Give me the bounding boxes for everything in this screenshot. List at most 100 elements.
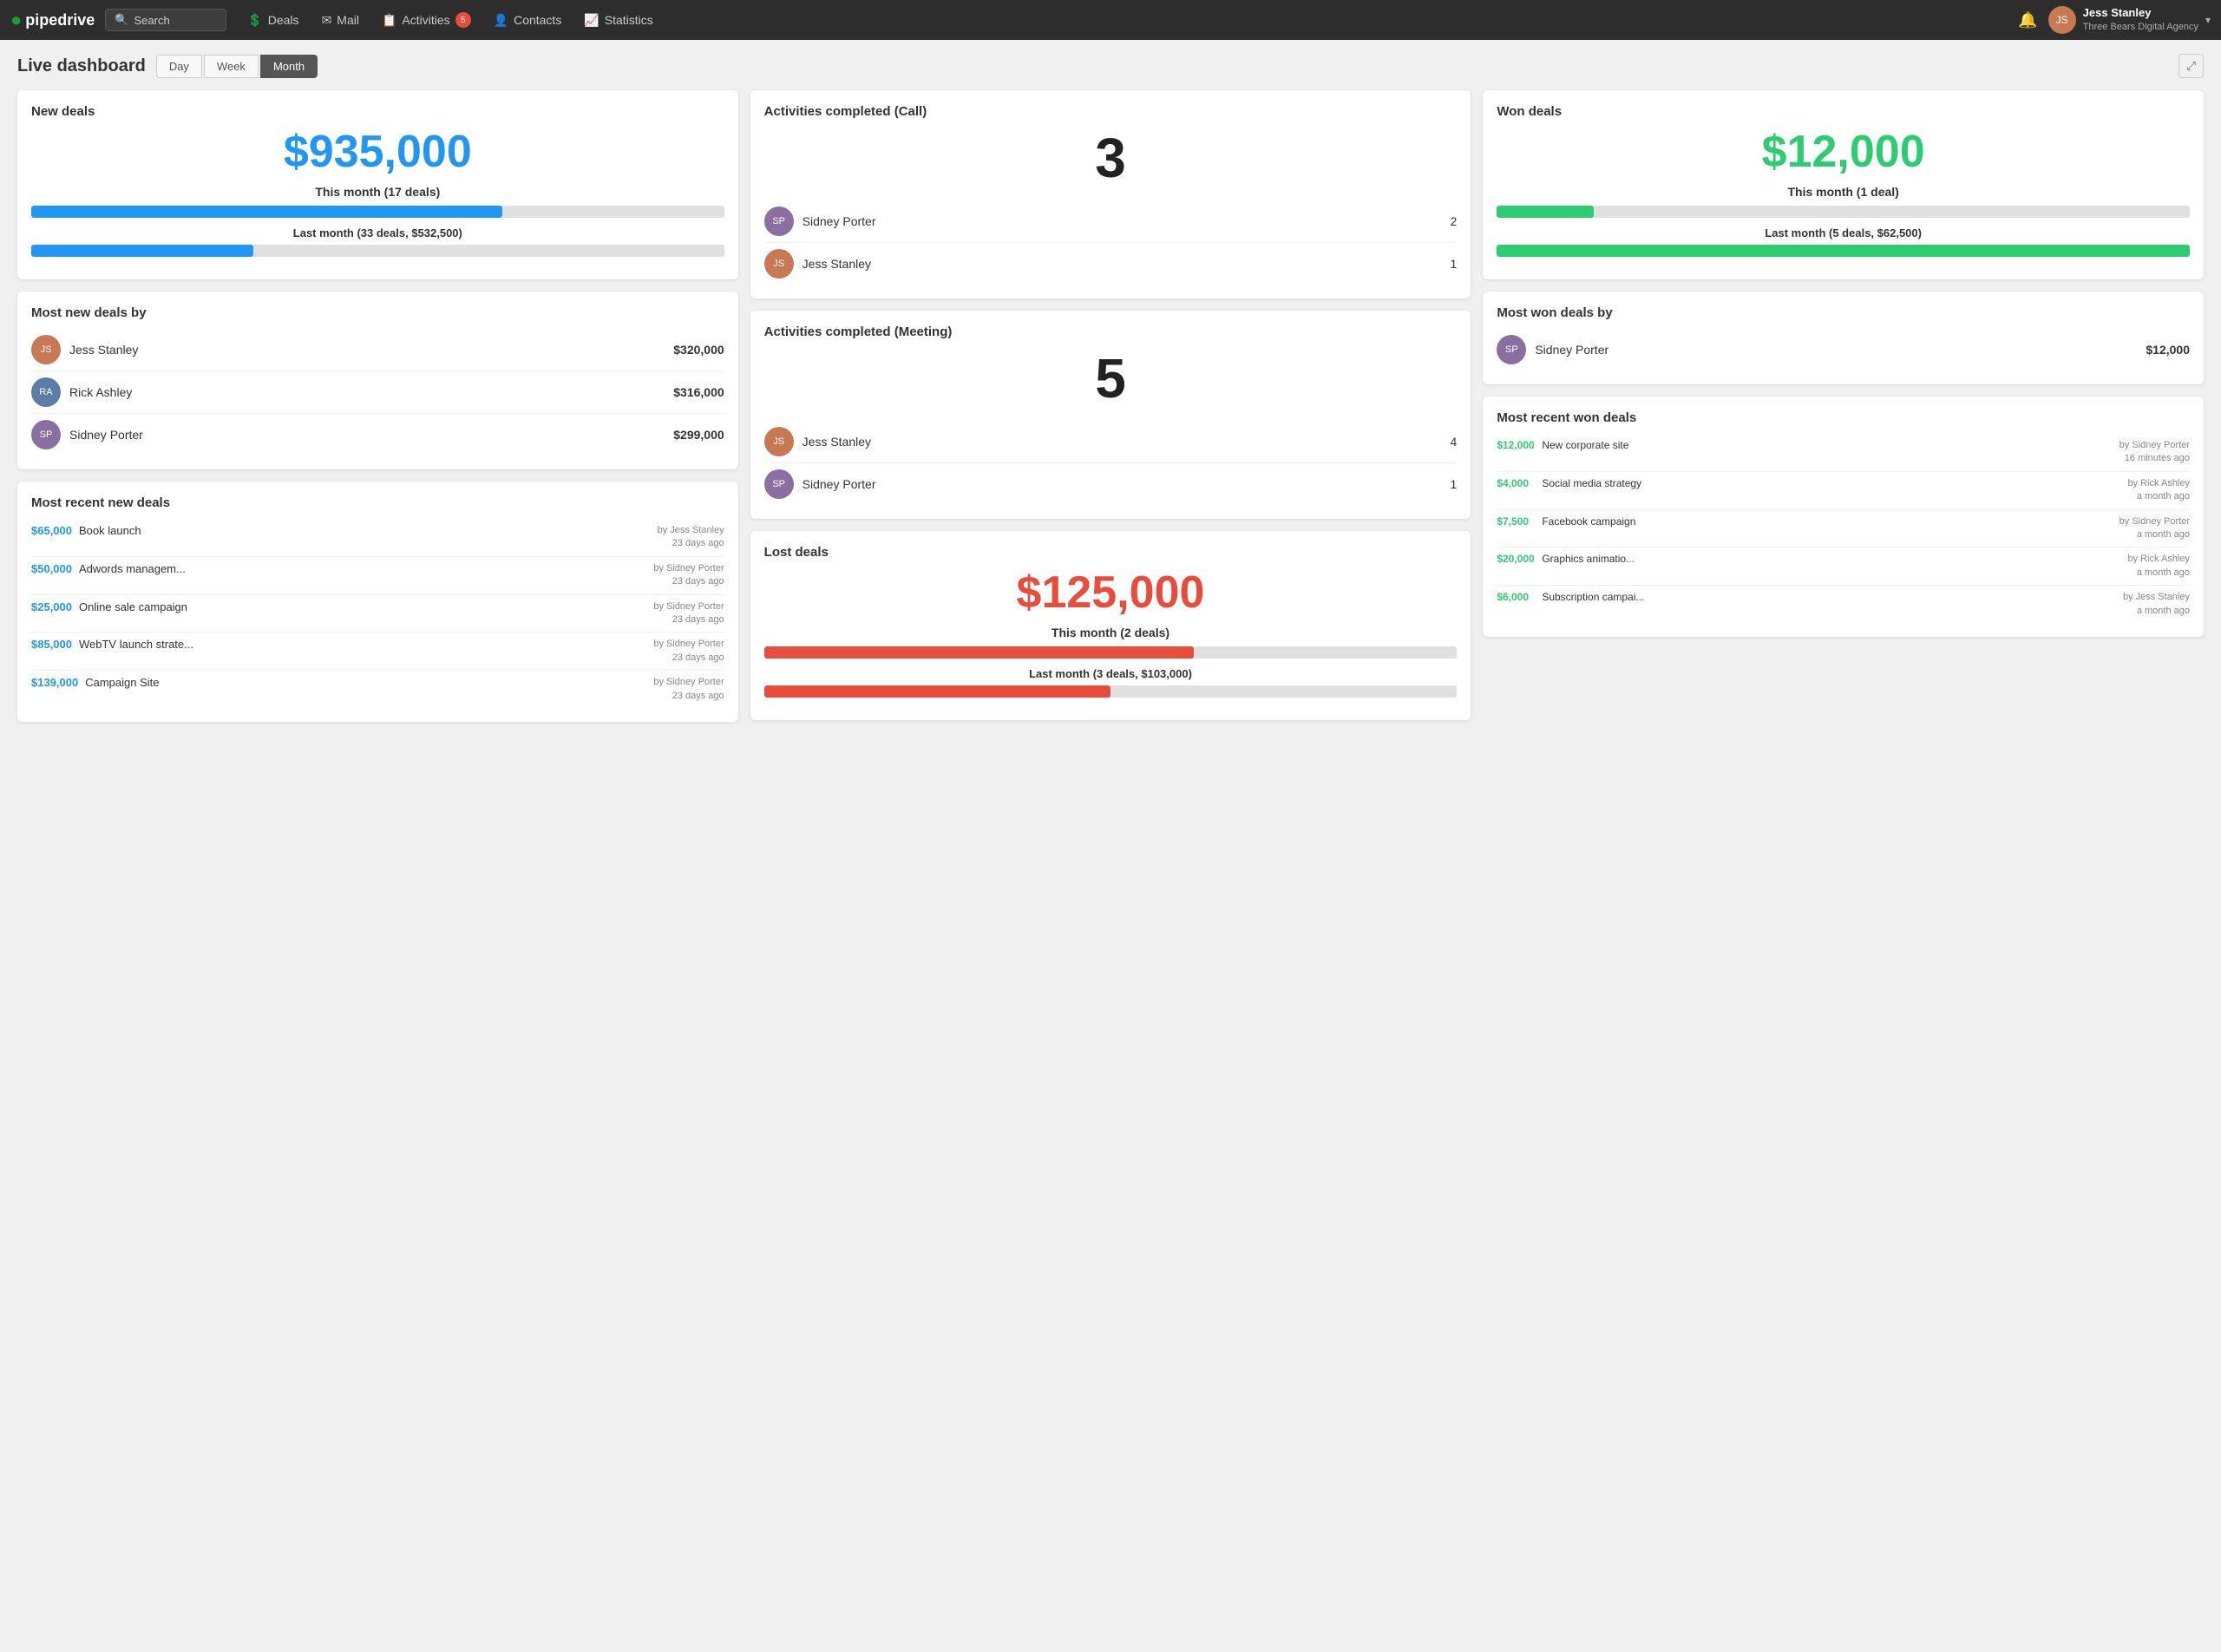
tab-day[interactable]: Day — [156, 55, 202, 78]
list-item: JS Jess Stanley 1 — [764, 243, 1458, 285]
most-won-deals-title: Most won deals by — [1497, 305, 2190, 320]
activities-meeting-count: 5 — [764, 346, 1458, 410]
nav-mail-label: Mail — [337, 13, 359, 27]
won-amount: $4,000 — [1497, 477, 1536, 489]
most-new-deals-title: Most new deals by — [31, 305, 724, 320]
main-content: Live dashboard Day Week Month ⤢ New deal… — [0, 40, 2221, 736]
list-item: SP Sidney Porter $299,000 — [31, 414, 724, 456]
most-won-deals-list: SP Sidney Porter $12,000 — [1497, 329, 2190, 370]
deal-meta: by Jess Stanley 23 days ago — [658, 524, 724, 551]
list-item: $20,000 Graphics animatio... by Rick Ash… — [1497, 547, 2190, 586]
person-amount: $299,000 — [673, 428, 724, 442]
deal-name: Adwords managem... — [79, 562, 646, 575]
lost-last-bar-fill — [764, 685, 1110, 698]
most-recent-won-deals-card: Most recent won deals $12,000 New corpor… — [1483, 397, 2204, 637]
search-box[interactable]: 🔍 Search — [105, 9, 226, 31]
activities-call-list: SP Sidney Porter 2 JS Jess Stanley 1 — [764, 200, 1458, 285]
activities-call-title: Activities completed (Call) — [764, 104, 1458, 119]
nav-statistics-label: Statistics — [605, 13, 653, 27]
won-deals-card: Won deals $12,000 This month (1 deal) La… — [1483, 90, 2204, 279]
deal-amount: $25,000 — [31, 600, 72, 613]
page-title: Live dashboard — [17, 56, 146, 76]
deal-meta: by Sidney Porter 23 days ago — [653, 600, 724, 627]
person-name: Sidney Porter — [803, 214, 1442, 228]
won-deal-name: Facebook campaign — [1542, 515, 2113, 528]
avatar: JS — [764, 427, 794, 456]
lost-deals-this-month: This month (2 deals) — [764, 626, 1458, 639]
person-amount: $316,000 — [673, 385, 724, 399]
tab-week[interactable]: Week — [204, 55, 259, 78]
won-bar-fill — [1497, 206, 1594, 218]
won-meta: by Rick Ashley a month ago — [2127, 477, 2190, 504]
avatar: JS — [2048, 6, 2076, 34]
won-meta: by Sidney Porter a month ago — [2119, 515, 2190, 542]
new-deals-last-month: Last month (33 deals, $532,500) — [31, 226, 724, 239]
nav-item-statistics[interactable]: 📈 Statistics — [573, 8, 663, 33]
person-name: Jess Stanley — [69, 343, 665, 357]
list-item: $25,000 Online sale campaign by Sidney P… — [31, 595, 724, 633]
new-deals-this-month: This month (17 deals) — [31, 185, 724, 199]
export-button[interactable]: ⤢ — [2178, 54, 2204, 78]
brand-logo[interactable]: ● pipedrive — [10, 9, 95, 31]
won-amount: $12,000 — [1497, 439, 1536, 451]
nav-item-deals[interactable]: 💲 Deals — [237, 8, 309, 33]
deal-name: Book launch — [79, 524, 651, 537]
user-name: Jess Stanley — [2083, 6, 2198, 21]
nav-item-mail[interactable]: ✉ Mail — [311, 8, 370, 33]
tab-group: Day Week Month — [156, 55, 318, 78]
won-deals-last-month: Last month (5 deals, $62,500) — [1497, 226, 2190, 239]
avatar: SP — [1497, 335, 1526, 364]
person-name: Sidney Porter — [803, 477, 1442, 491]
lost-deals-title: Lost deals — [764, 545, 1458, 560]
new-deals-this-month-bar — [31, 206, 724, 218]
won-meta: by Sidney Porter 16 minutes ago — [2119, 439, 2190, 466]
new-deals-card: New deals $935,000 This month (17 deals)… — [17, 90, 738, 279]
tab-month[interactable]: Month — [260, 55, 318, 78]
brand-dot: ● — [10, 9, 22, 31]
won-amount: $7,500 — [1497, 515, 1536, 528]
activities-call-card: Activities completed (Call) 3 SP Sidney … — [750, 90, 1471, 298]
contacts-icon: 👤 — [494, 13, 508, 28]
new-deals-title: New deals — [31, 104, 724, 119]
most-new-deals-card: Most new deals by JS Jess Stanley $320,0… — [17, 292, 738, 469]
list-item: $50,000 Adwords managem... by Sidney Por… — [31, 557, 724, 595]
user-company: Three Bears Digital Agency — [2083, 21, 2198, 33]
activities-meeting-title: Activities completed (Meeting) — [764, 324, 1458, 339]
deal-meta: by Sidney Porter 23 days ago — [653, 638, 724, 665]
new-deals-amount: $935,000 — [31, 126, 724, 178]
person-name: Rick Ashley — [69, 385, 665, 399]
won-amount: $6,000 — [1497, 591, 1536, 603]
deal-amount: $65,000 — [31, 524, 72, 537]
won-deals-title: Won deals — [1497, 104, 2190, 119]
lost-deals-amount: $125,000 — [764, 567, 1458, 619]
dashboard-grid: New deals $935,000 This month (17 deals)… — [17, 90, 2204, 722]
nav-item-contacts[interactable]: 👤 Contacts — [483, 8, 573, 33]
person-name: Sidney Porter — [1535, 343, 2137, 357]
search-icon: 🔍 — [115, 13, 128, 27]
nav-item-activities[interactable]: 📋 Activities 5 — [371, 7, 482, 33]
deal-amount: $85,000 — [31, 638, 72, 651]
won-deal-name: Subscription campai... — [1542, 591, 2118, 603]
notification-bell-icon[interactable]: 🔔 — [2018, 11, 2037, 30]
mail-icon: ✉ — [322, 13, 332, 28]
avatar: JS — [31, 335, 61, 364]
activities-meeting-list: JS Jess Stanley 4 SP Sidney Porter 1 — [764, 421, 1458, 505]
list-item: $6,000 Subscription campai... by Jess St… — [1497, 586, 2190, 623]
won-meta: by Jess Stanley a month ago — [2123, 591, 2190, 618]
person-name: Sidney Porter — [69, 428, 665, 442]
user-text: Jess Stanley Three Bears Digital Agency — [2083, 6, 2198, 33]
recent-deals-list: $65,000 Book launch by Jess Stanley 23 d… — [31, 519, 724, 708]
deal-name: WebTV launch strate... — [79, 638, 646, 651]
deal-name: Campaign Site — [85, 676, 646, 689]
activities-meeting-card: Activities completed (Meeting) 5 JS Jess… — [750, 311, 1471, 519]
most-recent-new-deals-card: Most recent new deals $65,000 Book launc… — [17, 482, 738, 722]
deal-amount: $139,000 — [31, 676, 78, 689]
recent-won-deals-list: $12,000 New corporate site by Sidney Por… — [1497, 434, 2190, 623]
won-meta: by Rick Ashley a month ago — [2127, 553, 2190, 580]
lost-bar-fill — [764, 646, 1194, 659]
user-menu[interactable]: JS Jess Stanley Three Bears Digital Agen… — [2048, 6, 2211, 34]
most-recent-won-deals-title: Most recent won deals — [1497, 410, 2190, 425]
navbar: ● pipedrive 🔍 Search 💲 Deals ✉ Mail 📋 Ac… — [0, 0, 2221, 40]
dollar-icon: 💲 — [247, 13, 262, 28]
lost-deals-last-month: Last month (3 deals, $103,000) — [764, 667, 1458, 680]
